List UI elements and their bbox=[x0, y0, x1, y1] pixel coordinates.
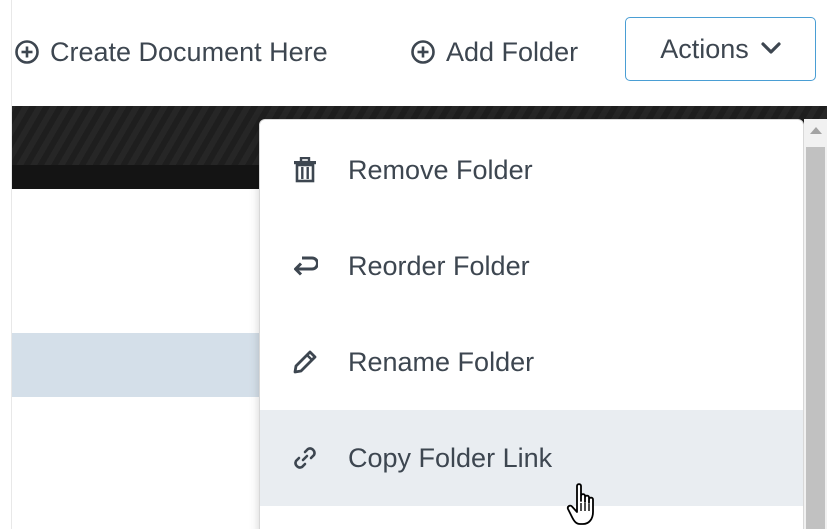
create-document-label: Create Document Here bbox=[50, 36, 328, 67]
left-frame-edge bbox=[0, 0, 12, 529]
chevron-down-icon bbox=[761, 42, 781, 54]
menu-item-copy-folder-link[interactable]: Copy Folder Link bbox=[260, 410, 803, 506]
create-document-button[interactable]: Create Document Here bbox=[14, 30, 328, 74]
dropdown-scrollbar[interactable] bbox=[804, 119, 827, 529]
menu-item-rename-folder[interactable]: Rename Folder bbox=[260, 314, 803, 410]
menu-item-label: Rename Folder bbox=[348, 346, 535, 377]
pencil-icon bbox=[293, 350, 317, 374]
add-folder-label: Add Folder bbox=[446, 36, 579, 67]
hand-pointer-cursor-icon bbox=[566, 483, 594, 525]
page: Create Document Here Add Folder Actions bbox=[0, 0, 827, 529]
link-icon bbox=[294, 447, 316, 469]
return-arrow-icon bbox=[294, 256, 318, 276]
scrollbar-thumb[interactable] bbox=[806, 147, 825, 529]
menu-item-reorder-folder[interactable]: Reorder Folder bbox=[260, 218, 803, 314]
actions-label: Actions bbox=[660, 33, 749, 64]
trash-icon bbox=[294, 157, 316, 183]
toolbar: Create Document Here Add Folder Actions bbox=[12, 0, 827, 106]
plus-circle-icon bbox=[411, 40, 435, 64]
menu-item-label: Remove Folder bbox=[348, 154, 533, 185]
menu-item-remove-folder[interactable]: Remove Folder bbox=[260, 122, 803, 218]
scroll-up-arrow-icon[interactable] bbox=[810, 127, 822, 134]
add-folder-button[interactable]: Add Folder bbox=[410, 30, 578, 74]
actions-dropdown-button[interactable]: Actions bbox=[625, 17, 816, 81]
plus-circle-icon bbox=[15, 40, 39, 64]
actions-dropdown-menu: Remove Folder Reorder Folder Rename Fold… bbox=[259, 119, 804, 529]
menu-item-label: Copy Folder Link bbox=[348, 442, 553, 473]
selected-list-row[interactable] bbox=[12, 333, 262, 397]
menu-item-label: Reorder Folder bbox=[348, 250, 530, 281]
